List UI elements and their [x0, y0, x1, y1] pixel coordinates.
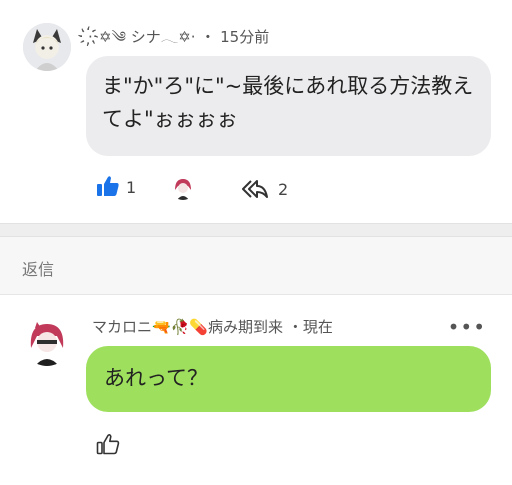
reply-all-icon — [242, 180, 268, 198]
reply-button[interactable] — [242, 179, 268, 199]
comment-time: ・ 15分前 — [200, 28, 270, 46]
thumbs-up-outline-icon — [96, 434, 120, 455]
reply-time: ・現在 — [287, 318, 333, 336]
avatar-icon — [171, 176, 195, 200]
reply-section-header: 返信 — [0, 237, 512, 295]
commenter-avatar[interactable] — [23, 23, 71, 71]
like-button[interactable] — [96, 175, 120, 197]
comment-bubble: ま"か"ろ"に"~最後にあれ取る方法教えてよ"ぉぉぉぉ — [86, 56, 491, 156]
reacted-user-avatar[interactable] — [171, 176, 195, 200]
reply-count: 2 — [278, 180, 289, 199]
like-button[interactable] — [96, 433, 120, 455]
replier-name[interactable]: マカロニ🔫🥀💊病み期到来 — [92, 318, 283, 336]
reply-bubble: あれって？ — [86, 346, 491, 412]
replier-avatar[interactable] — [23, 318, 71, 366]
reply-card: マカロニ🔫🥀💊病み期到来 ・現在 あれって？ — [0, 295, 512, 485]
comment-text: ま"か"ろ"に"~最後にあれ取る方法教えてよ"ぉぉぉぉ — [102, 74, 474, 131]
avatar-icon — [23, 23, 71, 71]
avatar-icon — [23, 318, 71, 366]
comment-card: ·҉✡︎‎༄ シナ𓂃✡︎· ・ 15分前 ま"か"ろ"に"~最後にあれ取る方法教… — [0, 0, 512, 223]
like-count: 1 — [126, 178, 137, 197]
commenter-name[interactable]: ·҉✡︎‎༄ シナ𓂃✡︎· — [88, 28, 196, 46]
reply-text: あれって？ — [104, 366, 208, 390]
thumbs-up-icon — [97, 176, 119, 196]
section-divider — [0, 223, 512, 237]
more-options-button[interactable]: ••• — [448, 317, 486, 337]
reply-section-label: 返信 — [22, 260, 55, 279]
